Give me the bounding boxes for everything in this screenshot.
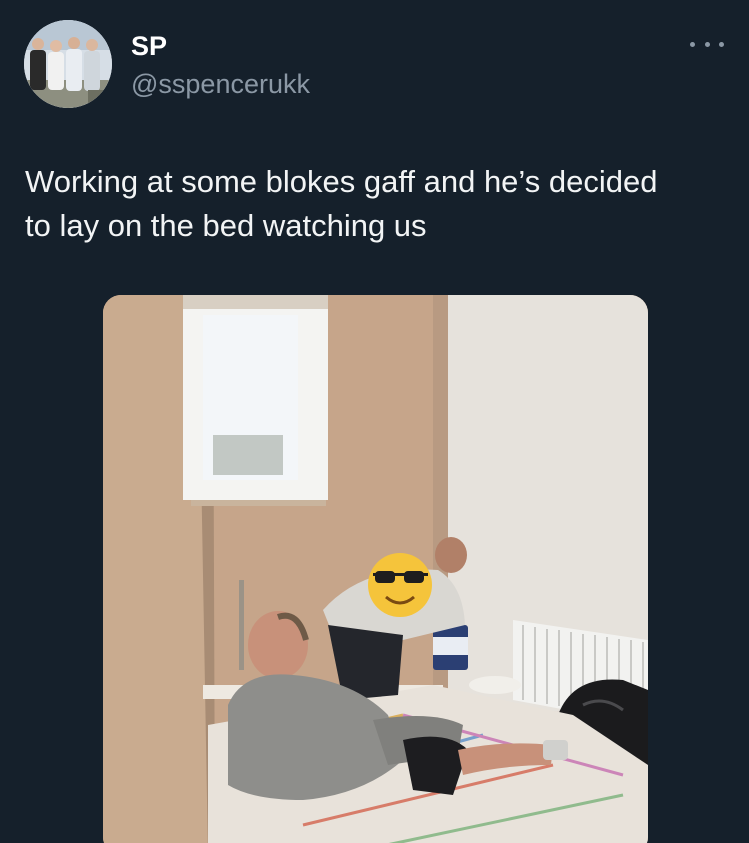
tweet-text: Working at some blokes gaff and he’s dec… xyxy=(25,164,658,243)
more-dot xyxy=(690,41,695,47)
tweet-photo[interactable] xyxy=(103,295,648,843)
author-handle[interactable]: @sspencerukk xyxy=(131,68,310,100)
tweet-card: SP @sspencerukk Working at some blokes g… xyxy=(0,0,749,843)
avatar[interactable] xyxy=(24,20,112,108)
more-dot xyxy=(719,41,724,47)
author-name[interactable]: SP xyxy=(131,30,167,62)
bedroom-photo-icon xyxy=(103,295,648,843)
more-dot xyxy=(704,41,710,47)
group-photo-avatar-icon xyxy=(24,20,112,108)
more-options-icon[interactable] xyxy=(690,34,724,54)
